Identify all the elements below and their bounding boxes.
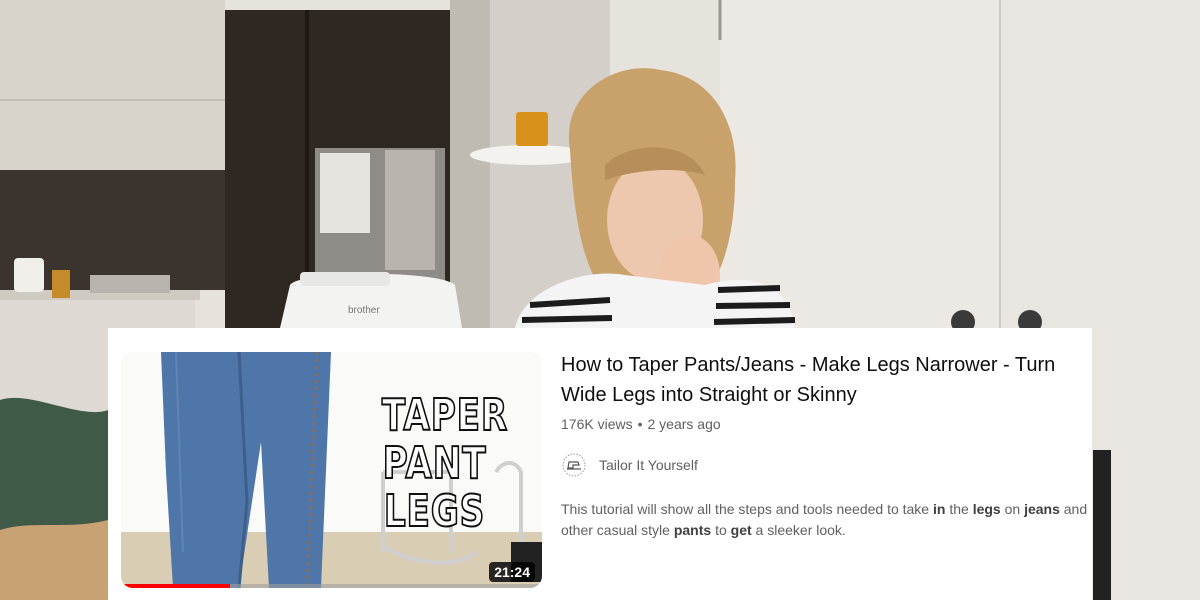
watch-progress-fill bbox=[121, 584, 231, 588]
channel-link[interactable]: Tailor It Yourself bbox=[561, 452, 1081, 478]
description-text: on bbox=[1000, 501, 1025, 517]
sewing-machine-brand: brother bbox=[348, 305, 380, 316]
video-metadata: 176K views • 2 years ago bbox=[561, 414, 1081, 434]
watch-progress-bar bbox=[121, 584, 542, 588]
upload-age: 2 years ago bbox=[647, 416, 721, 432]
thumbnail-caption-line: TAPER bbox=[381, 390, 509, 441]
description-keyword: jeans bbox=[1024, 501, 1060, 517]
video-result-card[interactable]: TAPER PANT LEGS 21:24 How to Taper Pants… bbox=[108, 328, 1092, 600]
video-info: How to Taper Pants/Jeans - Make Legs Nar… bbox=[561, 350, 1087, 541]
video-title[interactable]: How to Taper Pants/Jeans - Make Legs Nar… bbox=[561, 350, 1081, 410]
thumbnail-caption-line: LEGS bbox=[383, 486, 486, 537]
meta-separator: • bbox=[637, 416, 643, 432]
thumbnail-caption: TAPER PANT LEGS bbox=[381, 390, 509, 537]
channel-avatar[interactable] bbox=[561, 452, 587, 478]
duration-badge: 21:24 bbox=[489, 562, 535, 582]
description-text: a sleeker look. bbox=[751, 522, 846, 538]
sewing-machine-logo-icon bbox=[562, 453, 586, 477]
video-thumbnail[interactable]: TAPER PANT LEGS 21:24 bbox=[121, 352, 542, 588]
description-keyword: get bbox=[730, 522, 752, 538]
view-count: 176K views bbox=[561, 416, 633, 432]
description-keyword: legs bbox=[972, 501, 1001, 517]
description-text: to bbox=[711, 522, 731, 538]
description-text: This tutorial will show all the steps an… bbox=[561, 501, 933, 517]
description-keyword: in bbox=[932, 501, 946, 517]
channel-name[interactable]: Tailor It Yourself bbox=[599, 455, 698, 475]
thumbnail-caption-line: PANT bbox=[382, 438, 487, 489]
description-text: the bbox=[945, 501, 973, 517]
video-description-snippet: This tutorial will show all the steps an… bbox=[561, 499, 1091, 541]
description-keyword: pants bbox=[673, 522, 712, 538]
